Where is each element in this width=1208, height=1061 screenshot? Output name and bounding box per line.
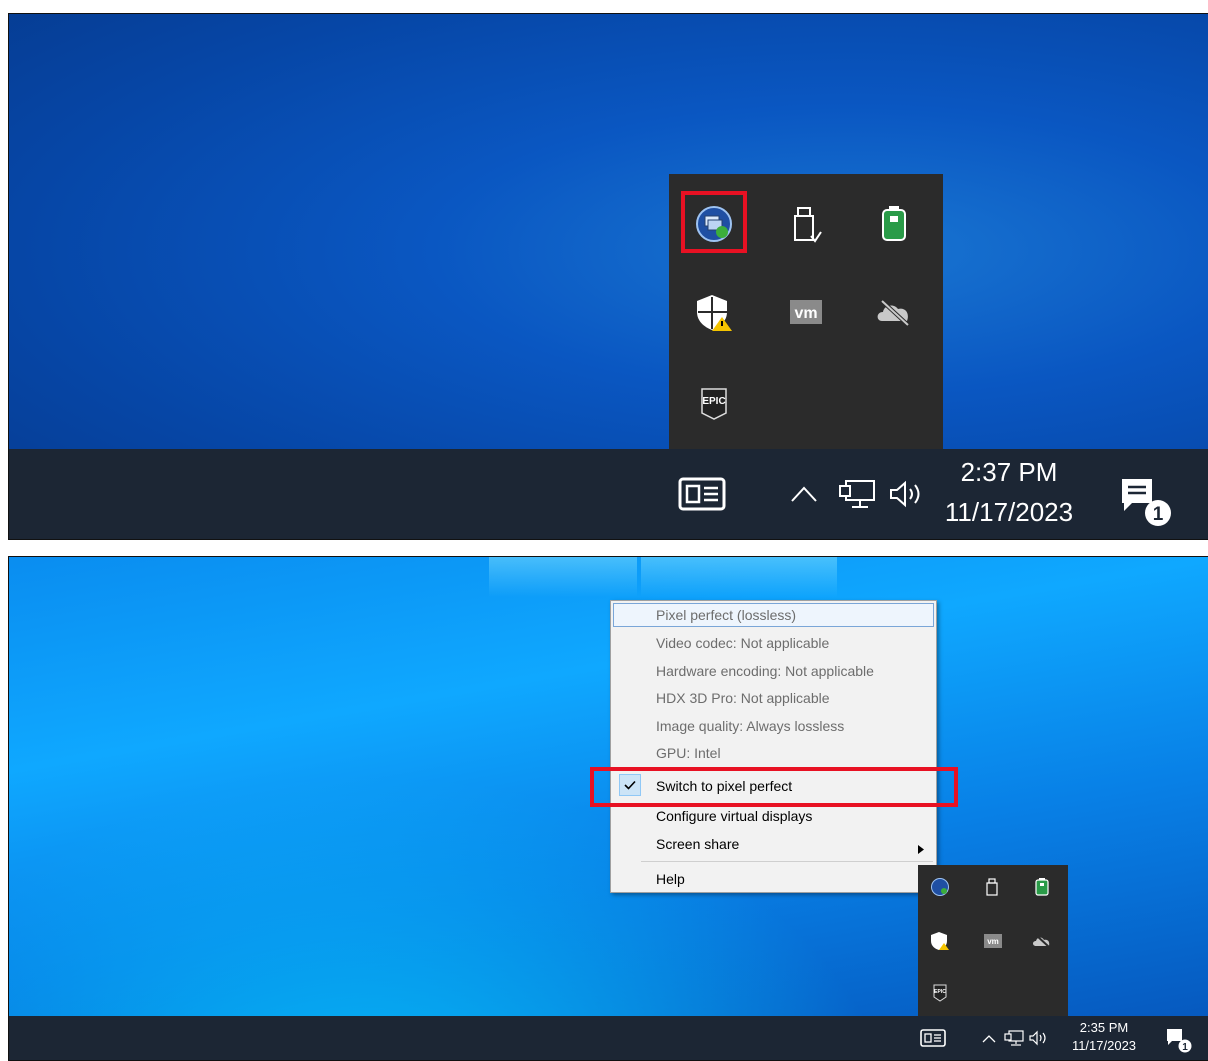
- wallpaper-light-beam: [641, 557, 837, 597]
- volume-icon[interactable]: [1027, 1029, 1049, 1047]
- menu-item-pixel-perfect-lossless: Pixel perfect (lossless): [656, 607, 797, 623]
- usb-eject-icon[interactable]: [781, 199, 831, 249]
- menu-item-help[interactable]: Help: [656, 871, 685, 887]
- volume-icon[interactable]: [885, 479, 925, 509]
- screenshot-top: vm EPIC 2:37 PM 11/17/2023 1: [8, 13, 1208, 540]
- tray-overflow-flyout: vm EPIC: [669, 174, 943, 451]
- submenu-arrow-icon: [918, 841, 924, 859]
- svg-text:EPIC: EPIC: [934, 989, 946, 995]
- epic-games-icon[interactable]: EPIC: [928, 981, 952, 1005]
- battery-icon[interactable]: [869, 199, 919, 249]
- menu-item-image-quality: Image quality: Always lossless: [656, 718, 845, 734]
- menu-item-gpu: GPU: Intel: [656, 745, 721, 761]
- tray-overflow-flyout: vm EPIC: [918, 865, 1068, 1018]
- svg-text:1: 1: [1153, 504, 1164, 525]
- menu-item-screen-share[interactable]: Screen share: [656, 836, 739, 852]
- windows-security-warning-icon[interactable]: [928, 929, 952, 953]
- clock-time[interactable]: 2:37 PM: [944, 457, 1074, 488]
- show-hidden-icons-chevron-icon[interactable]: [789, 479, 819, 509]
- menu-item-hdx-3d-pro: HDX 3D Pro: Not applicable: [656, 690, 830, 706]
- clock-date[interactable]: 11/17/2023: [934, 497, 1084, 528]
- citrix-context-menu: Pixel perfect (lossless) Video codec: No…: [610, 600, 937, 893]
- screenshot-bottom: Pixel perfect (lossless) Video codec: No…: [8, 556, 1208, 1061]
- menu-item-video-codec: Video codec: Not applicable: [656, 635, 830, 651]
- switch-item-highlight: [590, 767, 958, 807]
- onedrive-offline-icon[interactable]: [1030, 929, 1054, 953]
- wallpaper-light-beam: [489, 557, 637, 597]
- taskbar: 2:35 PM 11/17/2023 1: [9, 1016, 1208, 1060]
- network-icon[interactable]: [1003, 1028, 1025, 1048]
- citrix-icon-highlight: [681, 191, 747, 253]
- clock-date[interactable]: 11/17/2023: [1059, 1038, 1149, 1053]
- usb-eject-icon[interactable]: [981, 875, 1005, 899]
- epic-games-icon[interactable]: EPIC: [689, 379, 739, 429]
- vmware-icon[interactable]: vm: [781, 287, 831, 337]
- battery-icon[interactable]: [1030, 875, 1054, 899]
- svg-text:vm: vm: [794, 305, 817, 322]
- taskbar: 2:37 PM 11/17/2023 1: [9, 449, 1208, 539]
- svg-text:1: 1: [1182, 1042, 1188, 1053]
- notification-center-icon[interactable]: 1: [1114, 469, 1174, 529]
- svg-text:vm: vm: [987, 937, 999, 946]
- onedrive-offline-icon[interactable]: [869, 287, 919, 337]
- menu-item-configure-virtual-displays[interactable]: Configure virtual displays: [656, 808, 812, 824]
- vmware-icon[interactable]: vm: [981, 929, 1005, 953]
- news-interests-icon[interactable]: [919, 1026, 947, 1050]
- svg-text:EPIC: EPIC: [702, 396, 725, 407]
- menu-item-hardware-encoding: Hardware encoding: Not applicable: [656, 663, 874, 679]
- notification-center-icon[interactable]: 1: [1164, 1025, 1192, 1053]
- citrix-workspace-icon[interactable]: [928, 875, 952, 899]
- network-icon[interactable]: [837, 476, 877, 512]
- news-interests-icon[interactable]: [676, 474, 728, 514]
- windows-security-warning-icon[interactable]: [689, 287, 739, 337]
- show-hidden-icons-chevron-icon[interactable]: [981, 1030, 997, 1046]
- menu-separator: [641, 861, 933, 862]
- clock-time[interactable]: 2:35 PM: [1064, 1020, 1144, 1035]
